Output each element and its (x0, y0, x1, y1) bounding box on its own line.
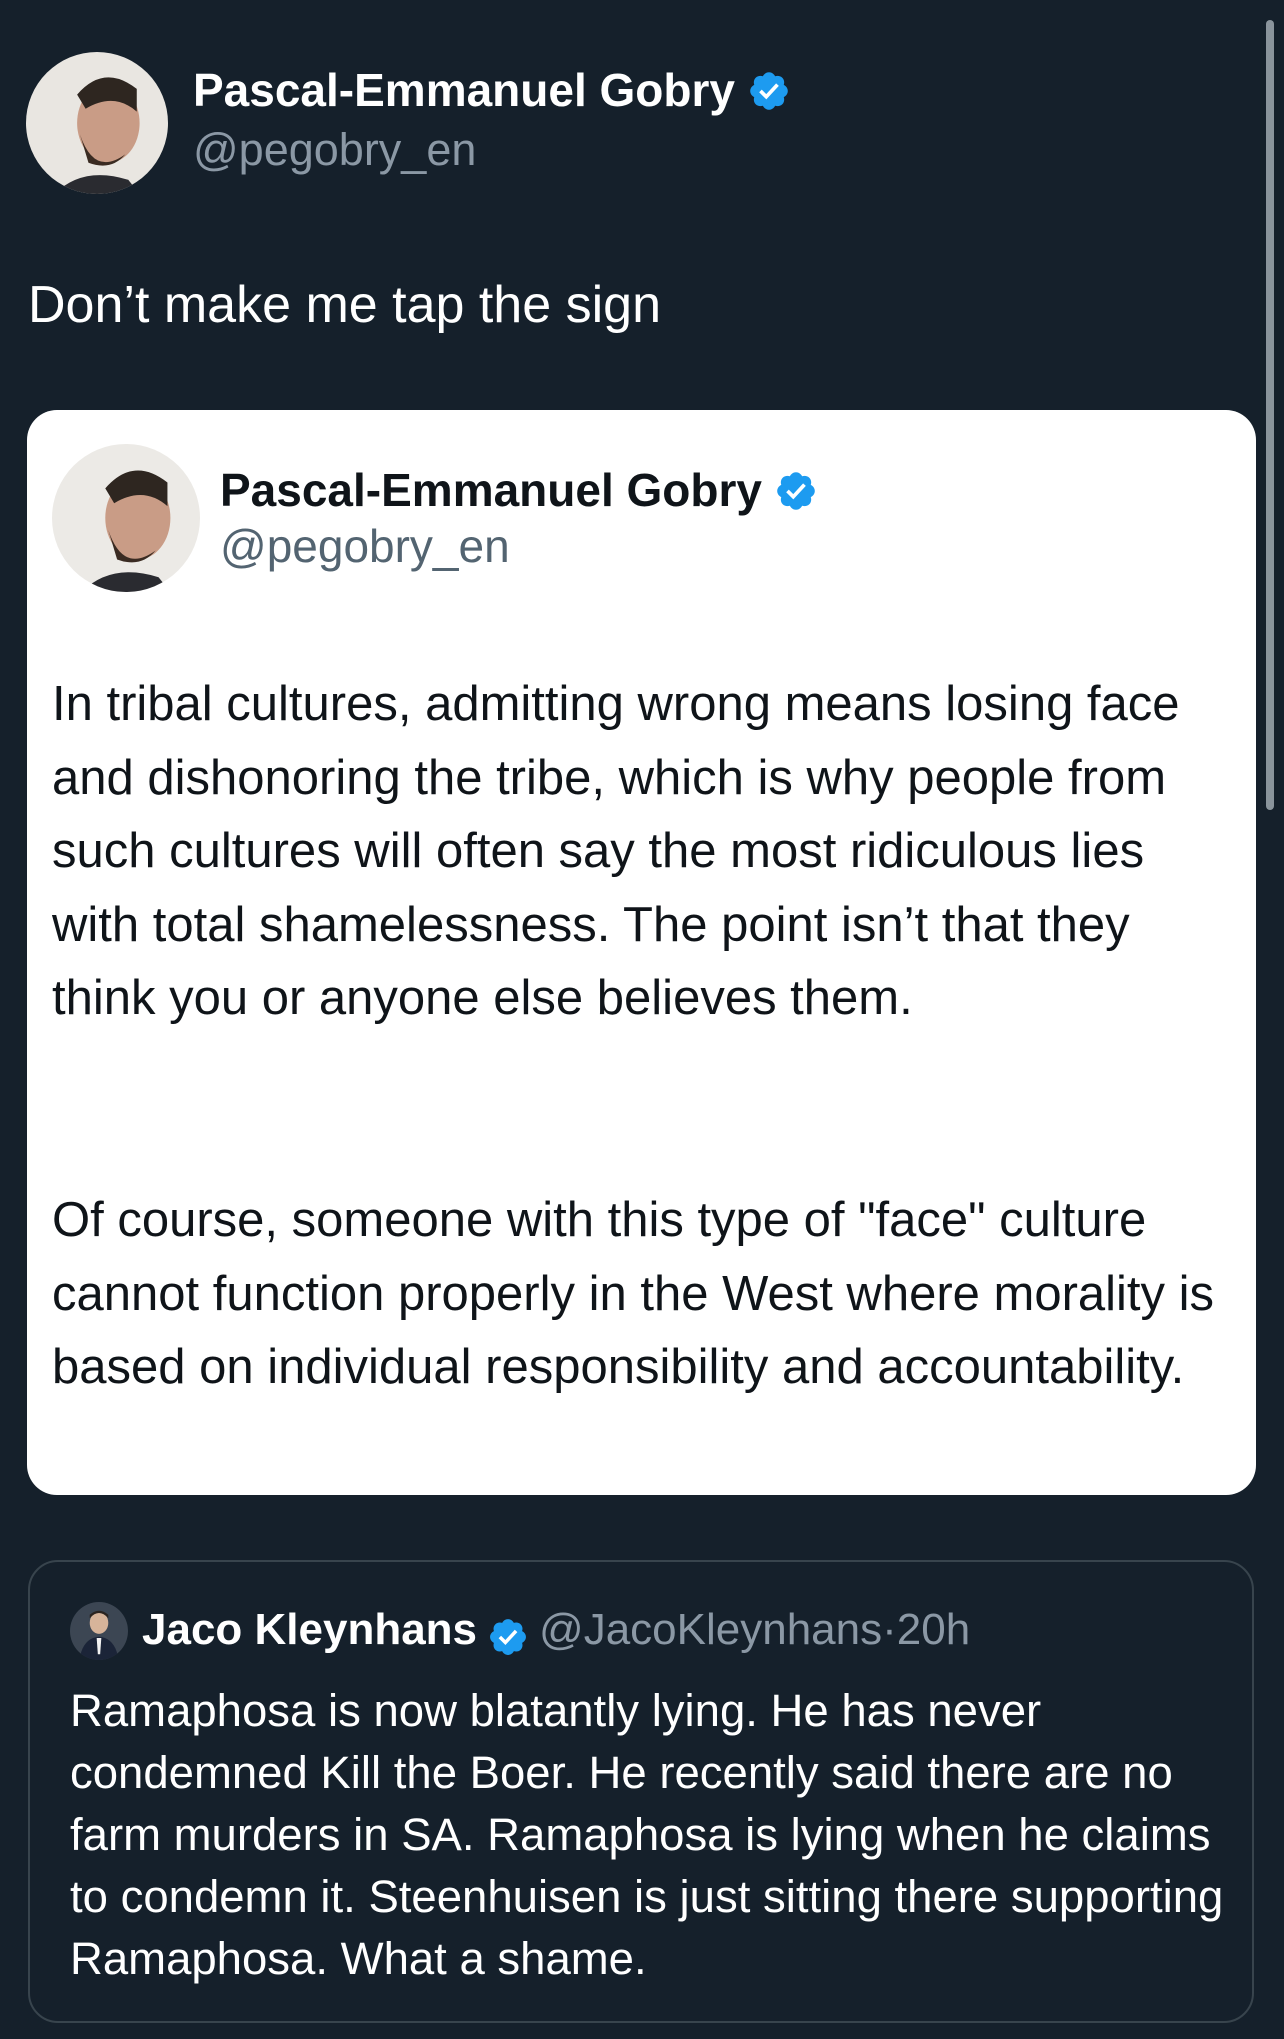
author-avatar[interactable] (26, 52, 168, 194)
tweet-image[interactable]: Pascal-Emmanuel Gobry @pegobry_en In tri… (27, 410, 1256, 1495)
quoted-tweet-header: Jaco Kleynhans @JacoKleynhans·20h (142, 1600, 970, 1670)
scrollbar[interactable] (1266, 20, 1274, 810)
verified-badge-icon (747, 69, 791, 113)
image-author-avatar (52, 444, 200, 592)
author-name-row: Pascal-Emmanuel Gobry (193, 60, 791, 120)
quoted-tweet[interactable]: Jaco Kleynhans @JacoKleynhans·20h Ramaph… (28, 1560, 1254, 2023)
author-name[interactable]: Pascal-Emmanuel Gobry (193, 64, 735, 116)
quoted-author-handle: @JacoKleynhans (539, 1605, 883, 1654)
image-author-name-row: Pascal-Emmanuel Gobry (220, 460, 818, 520)
quoted-author-avatar (70, 1602, 128, 1660)
quoted-author-name: Jaco Kleynhans (142, 1605, 478, 1654)
verified-badge-icon (487, 1616, 529, 1658)
tweet-text: Don’t make me tap the sign (28, 276, 661, 334)
image-author-handle: @pegobry_en (220, 520, 510, 572)
image-paragraph: In tribal cultures, admitting wrong mean… (52, 677, 1180, 1025)
verified-badge-icon (774, 469, 818, 513)
separator-dot: · (882, 1605, 897, 1654)
author-handle[interactable]: @pegobry_en (193, 122, 476, 178)
image-author-name: Pascal-Emmanuel Gobry (220, 464, 762, 516)
image-paragraph: Of course, someone with this type of "fa… (52, 1193, 1215, 1394)
quoted-tweet-text: Ramaphosa is now blatantly lying. He has… (70, 1685, 1224, 1984)
quoted-tweet-time: 20h (896, 1605, 971, 1654)
